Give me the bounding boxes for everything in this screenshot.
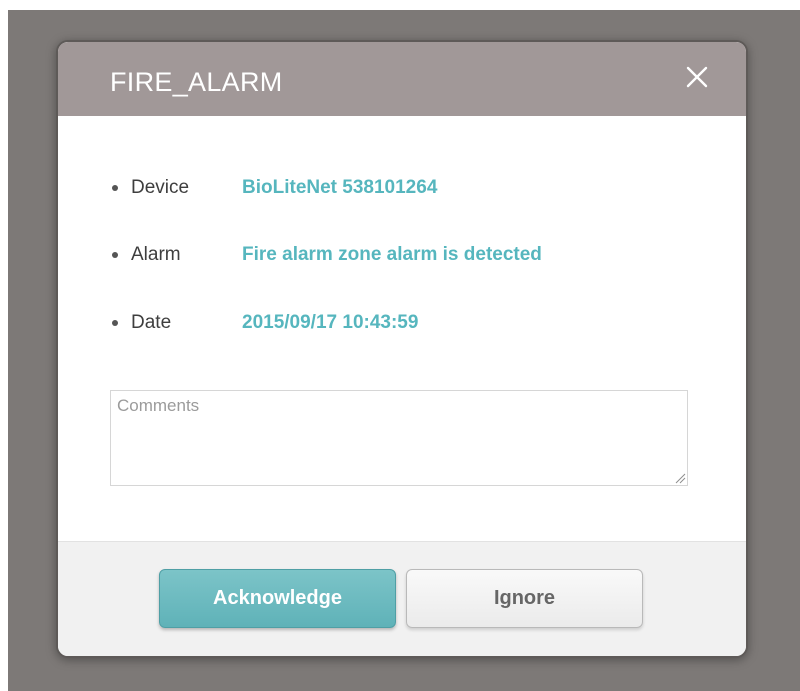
alarm-label: Alarm bbox=[131, 244, 181, 265]
date-value: 2015/09/17 10:43:59 bbox=[242, 312, 419, 333]
close-button[interactable] bbox=[682, 62, 712, 92]
ignore-button[interactable]: Ignore bbox=[406, 569, 643, 628]
bullet bbox=[112, 252, 118, 258]
device-row: Device BioLiteNet 538101264 bbox=[112, 175, 437, 201]
comments-textarea[interactable] bbox=[110, 390, 688, 486]
bullet bbox=[112, 185, 118, 191]
bullet bbox=[112, 320, 118, 326]
close-icon bbox=[686, 66, 708, 88]
device-label: Device bbox=[131, 177, 190, 198]
dialog-header: FIRE_ALARM bbox=[58, 42, 746, 116]
date-row: Date 2015/09/17 10:43:59 bbox=[112, 310, 418, 336]
alarm-value: Fire alarm zone alarm is detected bbox=[242, 244, 542, 265]
resize-handle-icon[interactable] bbox=[674, 472, 686, 484]
alarm-row: Alarm Fire alarm zone alarm is detected bbox=[112, 242, 542, 268]
date-label: Date bbox=[131, 312, 172, 333]
dialog-footer: Acknowledge Ignore bbox=[58, 541, 746, 656]
dialog-title: FIRE_ALARM bbox=[110, 67, 283, 97]
fire-alarm-dialog: FIRE_ALARM Device BioLiteNet 538101264 A… bbox=[56, 40, 748, 658]
acknowledge-button[interactable]: Acknowledge bbox=[159, 569, 396, 628]
device-value: BioLiteNet 538101264 bbox=[242, 177, 438, 198]
